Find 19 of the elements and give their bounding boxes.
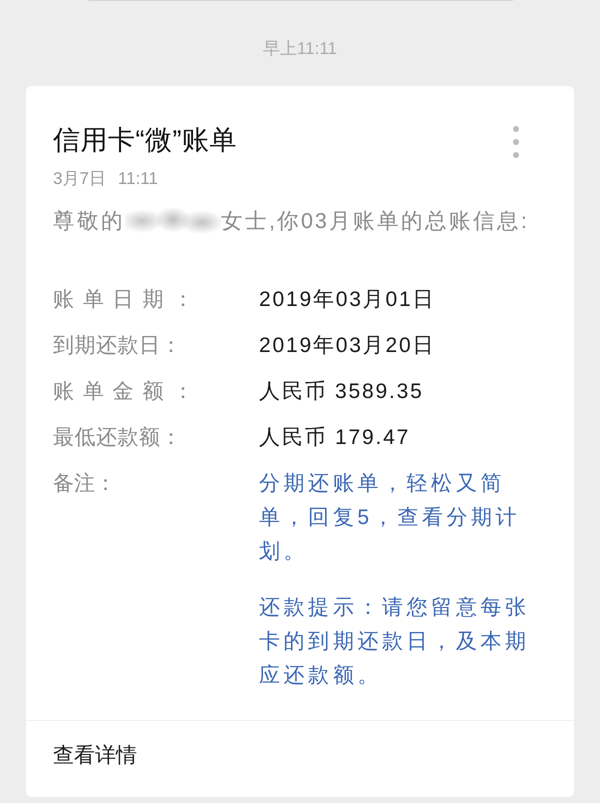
greeting-text: 女士,你03月账单的总账信息: xyxy=(221,208,529,235)
greeting-text: 尊敬的 xyxy=(53,208,125,235)
message-timestamp: 早上11:11 xyxy=(262,38,338,60)
field-label: 到期还款日： xyxy=(53,333,183,359)
field-label: 账 单 金 额 ： xyxy=(53,379,196,405)
remarks-label: 备注： xyxy=(53,471,117,497)
card-title: 信用卡“微”账单 xyxy=(53,124,237,156)
remark-text: 还款提示：请您留意每张卡的到期还款日，及本期应还款额。 xyxy=(259,595,531,689)
field-value: 2019年03月20日 xyxy=(259,333,436,359)
field-label: 最低还款额： xyxy=(53,425,183,451)
card-time: 11:11 xyxy=(118,168,158,190)
field-value: 人民币 3589.35 xyxy=(259,379,424,405)
remark-text: 分期还账单，轻松又简单，回复5，查看分期计划。 xyxy=(259,471,522,565)
card-date: 3月7日 xyxy=(53,168,106,190)
view-details-link[interactable]: 查看详情 xyxy=(53,741,137,771)
field-value: 人民币 179.47 xyxy=(259,425,410,451)
field-label: 账 单 日 期 ： xyxy=(53,287,196,313)
more-options-icon[interactable] xyxy=(513,126,519,158)
field-value: 2019年03月01日 xyxy=(259,287,436,313)
